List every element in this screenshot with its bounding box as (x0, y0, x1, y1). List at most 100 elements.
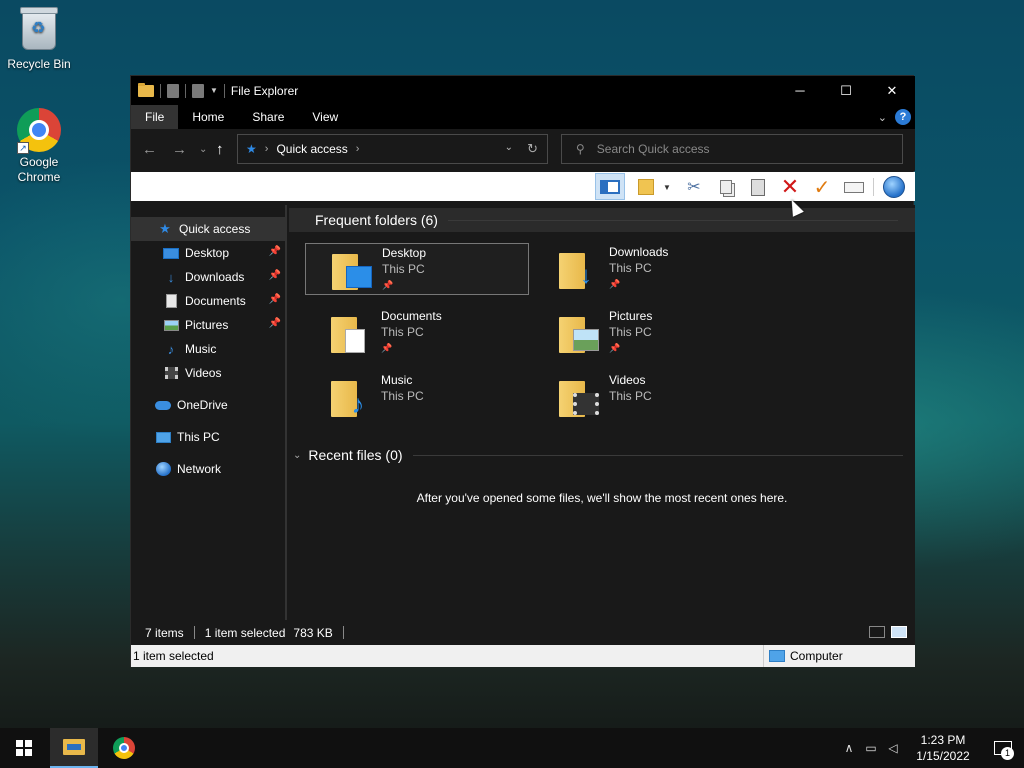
paste-icon (751, 178, 765, 196)
sidebar-item-videos[interactable]: Videos (131, 361, 287, 385)
folder-icon (330, 248, 374, 292)
chevron-right-icon[interactable]: › (356, 143, 360, 155)
paste-button[interactable] (747, 176, 769, 198)
notification-count: 1 (1001, 747, 1014, 760)
start-button[interactable] (0, 728, 48, 768)
desktop-icon-recycle-bin[interactable]: ♻ Recycle Bin (1, 7, 77, 72)
delete-button[interactable]: ✕ (779, 174, 801, 199)
group-header-frequent[interactable]: Frequent folders (6) (293, 208, 898, 232)
new-item-dropdown[interactable]: ▼ (661, 176, 673, 198)
help-icon[interactable]: ? (895, 109, 911, 125)
forward-icon[interactable]: → (172, 141, 187, 158)
details-view-icon[interactable] (869, 626, 885, 638)
folder-tile-music[interactable]: ♪ Music This PC (305, 371, 529, 423)
folder-tile-videos[interactable]: Videos This PC (533, 371, 757, 423)
network-status-icon[interactable]: ▭ (860, 741, 882, 755)
divider (412, 454, 903, 456)
taskbar-chrome[interactable] (100, 728, 148, 768)
globe-icon (883, 176, 905, 198)
folder-name: Downloads (609, 245, 669, 259)
group-header-recent[interactable]: ⌄ Recent files (0) (293, 443, 903, 467)
folder-tile-desktop[interactable]: Desktop This PC 📌 (305, 243, 529, 295)
pictures-icon (573, 329, 599, 351)
tab-file[interactable]: File (131, 105, 179, 129)
volume-muted-icon[interactable]: ◁ (882, 741, 904, 755)
navigation-pane-button[interactable] (595, 173, 625, 200)
cut-button[interactable]: ✂ (683, 176, 705, 198)
star-icon: ★ (159, 221, 171, 236)
sidebar-item-this-pc[interactable]: This PC (131, 425, 287, 449)
pin-icon: 📌 (609, 343, 621, 353)
tab-home[interactable]: Home (178, 105, 238, 129)
pin-icon: 📌 (268, 318, 281, 329)
sidebar-item-desktop[interactable]: Desktop 📌 (131, 241, 287, 265)
close-button[interactable]: ✕ (869, 76, 915, 105)
chevron-down-icon[interactable]: ⌄ (505, 142, 513, 153)
sidebar-item-music[interactable]: ♪ Music (131, 337, 287, 361)
new-folder-icon[interactable] (192, 83, 204, 98)
sidebar-item-downloads[interactable]: ↓ Downloads 📌 (131, 265, 287, 289)
title-bar[interactable]: ▼ File Explorer ─ ☐ ✕ (131, 76, 915, 105)
file-explorer-icon (63, 739, 85, 755)
minimize-button[interactable]: ─ (777, 76, 823, 105)
desktop-icon-chrome[interactable]: ↗ Google Chrome (1, 108, 77, 185)
customize-toolbar-icon[interactable]: ▼ (210, 86, 218, 95)
network-icon (155, 462, 171, 476)
chrome-icon: ↗ (17, 108, 61, 154)
item-count: 7 items (145, 625, 184, 640)
action-center-button[interactable]: 1 (982, 728, 1024, 768)
breadcrumb[interactable]: Quick access (276, 142, 347, 156)
sidebar-item-onedrive[interactable]: OneDrive (131, 393, 287, 417)
sidebar-item-label: Quick access (179, 222, 251, 236)
chevron-down-icon: ▼ (663, 182, 671, 192)
new-folder-button[interactable] (635, 176, 657, 198)
sidebar-item-label: Downloads (185, 270, 245, 284)
tab-view[interactable]: View (298, 105, 352, 129)
recent-locations-icon[interactable]: ⌄ (199, 144, 207, 155)
network-button[interactable] (883, 176, 905, 198)
checkmark-icon: ✓ (813, 176, 831, 199)
sidebar-item-label: Pictures (185, 318, 229, 332)
maximize-button[interactable]: ☐ (823, 76, 869, 105)
selection-count: 1 item selected (204, 625, 286, 640)
new-folder-icon (638, 179, 654, 195)
sidebar-item-documents[interactable]: Documents 📌 (131, 289, 287, 313)
videos-icon (573, 393, 599, 415)
tab-share[interactable]: Share (238, 105, 298, 129)
ribbon-tabs: File Home Share View ⌄ ? (131, 105, 915, 129)
rename-button[interactable] (843, 176, 865, 198)
desktop-icon-label: Recycle Bin (7, 57, 71, 71)
status-bar: 7 items 1 item selected 783 KB (131, 620, 915, 645)
refresh-icon[interactable]: ↻ (527, 141, 538, 157)
sidebar-item-quick-access[interactable]: ★ Quick access (131, 217, 287, 241)
folder-location: This PC (609, 325, 652, 339)
search-icon: ⚲ (576, 142, 585, 156)
classic-status-bar: 1 item selected Computer (131, 645, 915, 667)
properties-button[interactable]: ✓ (811, 176, 833, 199)
folder-tile-pictures[interactable]: Pictures This PC 📌 (533, 307, 757, 359)
show-hidden-icons-icon[interactable]: ∧ (838, 741, 860, 755)
up-icon[interactable]: ↑ (216, 141, 224, 158)
zone-indicator: Computer (763, 645, 843, 667)
sidebar-item-label: Desktop (185, 246, 230, 260)
search-placeholder: Search Quick access (596, 142, 710, 156)
properties-icon[interactable] (167, 83, 179, 98)
folder-tile-documents[interactable]: Documents This PC 📌 (305, 307, 529, 359)
tiles-view-icon[interactable] (891, 626, 907, 638)
star-icon: ★ (246, 142, 257, 156)
clock[interactable]: 1:23 PM 1/15/2022 (904, 732, 982, 764)
back-icon[interactable]: ← (142, 141, 157, 158)
content-pane: Frequent folders (6) Desktop This PC 📌 ↓… (289, 205, 915, 620)
expand-ribbon-icon[interactable]: ⌄ (878, 111, 887, 124)
window-title: File Explorer (230, 83, 299, 98)
taskbar-file-explorer[interactable] (50, 728, 98, 768)
divider (873, 178, 874, 196)
copy-button[interactable] (715, 176, 737, 198)
command-bar: ▼ ✂ ✕ ✓ (131, 172, 915, 201)
sidebar-item-pictures[interactable]: Pictures 📌 (131, 313, 287, 337)
address-bar[interactable]: ★ › Quick access › ⌄ ↻ (237, 134, 548, 164)
navigation-bar: ← → ⌄ ↑ ★ › Quick access › ⌄ ↻ ⚲ Search … (131, 129, 915, 171)
sidebar-item-network[interactable]: Network (131, 457, 287, 481)
search-input[interactable]: ⚲ Search Quick access (561, 134, 903, 164)
folder-tile-downloads[interactable]: ↓ Downloads This PC 📌 (533, 243, 757, 295)
